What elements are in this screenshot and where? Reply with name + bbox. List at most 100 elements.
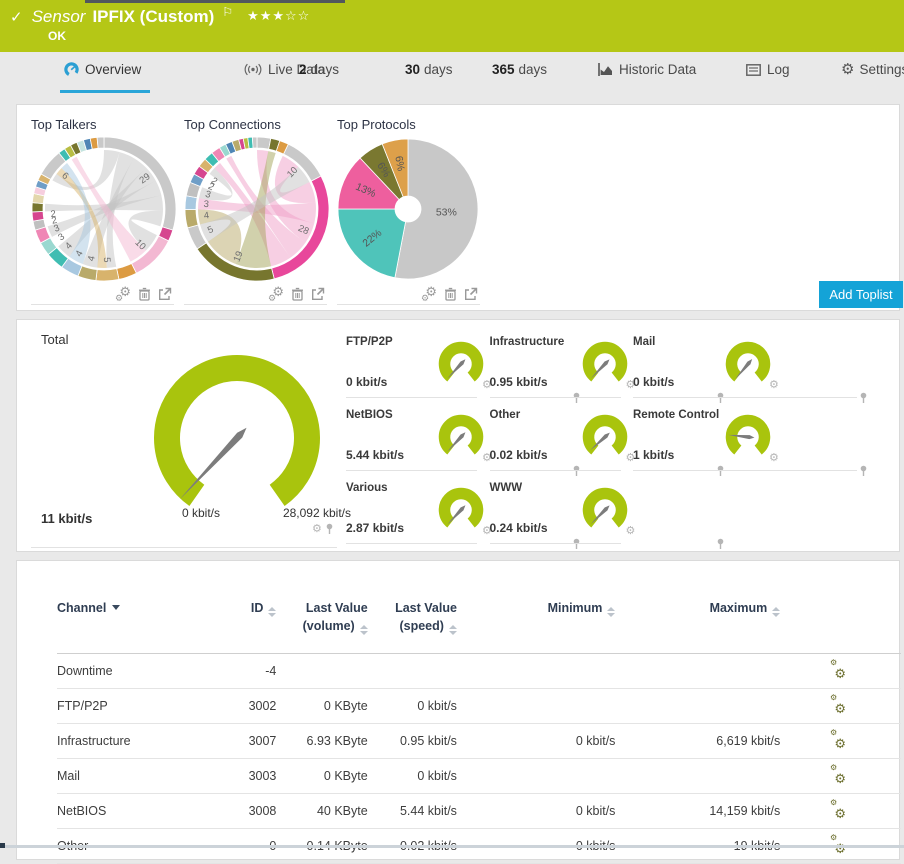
sort-toggle-icon[interactable] — [772, 607, 781, 617]
active-tab-underline — [60, 90, 150, 93]
toplist-delete-icon[interactable] — [291, 287, 304, 301]
channel-gauge-label: WWW — [489, 482, 523, 494]
tab-days[interactable]: 2 days — [299, 62, 339, 77]
gear-icon: ⚙ — [841, 61, 855, 78]
add-toplist-button[interactable]: Add Toplist — [819, 281, 903, 308]
top-connections-chord-chart[interactable]: 102819543322 — [184, 132, 330, 284]
edit-channel-icon[interactable]: ⚙ ⚙ — [830, 729, 846, 751]
tab-label: days — [310, 62, 340, 77]
table-row: Infrastructure 3007 6.93 KByte 0.95 kbit/s 0… — [57, 723, 901, 760]
total-gauge-value: 11 kbit/s — [41, 511, 93, 526]
edit-channel-icon[interactable]: ⚙ ⚙ — [830, 764, 846, 786]
cell-id: 3008 — [214, 793, 277, 830]
tab-settings[interactable]: ⚙ Settings — [841, 62, 904, 77]
sort-toggle-icon[interactable] — [268, 607, 277, 617]
tab-label: Overview — [85, 62, 142, 77]
total-gauge-title: Total — [41, 332, 69, 347]
cell-id: 3007 — [214, 723, 277, 760]
cell-speed: 0 kbit/s — [367, 688, 457, 725]
tab-label: Log — [767, 62, 790, 77]
channel-gauge-dial — [725, 341, 771, 382]
channel-gauge-remote-control: Remote Control 1 kbit/s ⚙ — [633, 401, 867, 476]
tab-days[interactable]: 365 days — [492, 62, 547, 77]
column-header-last-value-volume-[interactable]: Last Value (volume) — [276, 561, 368, 654]
tab-log[interactable]: Log — [746, 62, 790, 77]
priority-stars[interactable]: ★★★☆☆ — [247, 8, 310, 24]
divider — [633, 470, 857, 471]
cell-channel: NetBIOS — [57, 793, 215, 830]
channel-gauge-label: Mail — [633, 336, 656, 348]
channel-gauge-label: FTP/P2P — [346, 336, 393, 348]
sort-desc-icon[interactable] — [112, 605, 121, 610]
toplist-title: Top Connections — [184, 117, 281, 132]
gauge-pin-icon[interactable] — [325, 523, 334, 535]
column-header-id[interactable]: ID — [214, 561, 277, 654]
toplist-open-icon[interactable] — [464, 287, 478, 301]
tab-historic-data[interactable]: Historic Data — [598, 62, 696, 77]
channel-gauge-label: Other — [489, 409, 521, 421]
tab-number: 30 — [405, 62, 421, 77]
channel-gauge-www: WWW 0.24 kbit/s ⚙ — [489, 474, 723, 549]
sort-toggle-icon[interactable] — [448, 625, 457, 636]
toplist-delete-icon[interactable] — [138, 287, 151, 301]
toplist-options-icon[interactable]: ⚙ ⚙ — [421, 285, 437, 303]
column-header-actions — [780, 561, 901, 654]
svg-text:53%: 53% — [436, 206, 457, 218]
column-header-label: ID — [250, 601, 264, 615]
channel-gauge-ftp/p2p: FTP/P2P 0 kbit/s ⚙ — [346, 328, 580, 403]
divider — [489, 397, 621, 398]
cell-speed: 5.44 kbit/s — [367, 793, 457, 830]
edit-channel-icon[interactable]: ⚙ ⚙ — [830, 799, 846, 821]
sort-toggle-icon[interactable] — [607, 607, 616, 617]
toplist-top-connections: Top Connections 10 28 19 5 4 3 3 2 2 ⚙ ⚙ — [184, 113, 330, 305]
overview-icon — [64, 62, 79, 77]
flag-icon[interactable]: ⚐ — [222, 5, 233, 19]
sensor-title: IPFIX (Custom) — [92, 7, 215, 26]
cell-id: 3002 — [214, 688, 277, 725]
channel-table: Channel ID Last Value (volume) Last Value (sp… — [57, 561, 901, 864]
sort-toggle-icon[interactable] — [359, 625, 368, 636]
column-header-maximum[interactable]: Maximum — [615, 561, 781, 654]
cell-max: 6,619 kbit/s — [615, 723, 781, 760]
divider — [489, 470, 621, 471]
svg-text:2: 2 — [50, 209, 56, 220]
edit-channel-icon[interactable]: ⚙ ⚙ — [830, 659, 846, 681]
live-icon — [244, 63, 262, 76]
tab-number: 365 — [492, 62, 515, 77]
tab-overview[interactable]: Overview — [64, 62, 141, 77]
edit-channel-icon[interactable]: ⚙ ⚙ — [830, 694, 846, 716]
toplist-options-icon[interactable]: ⚙ ⚙ — [115, 285, 131, 303]
top-protocols-pie-chart[interactable]: 53%22%13%6% 6% — [337, 132, 483, 284]
cell-max — [615, 653, 781, 690]
toplist-open-icon[interactable] — [311, 287, 325, 301]
column-header-label: (volume) — [302, 619, 355, 634]
sensor-kind-label: Sensor — [31, 7, 86, 26]
divider — [346, 470, 477, 471]
column-header-channel[interactable]: Channel — [57, 561, 214, 654]
tab-days[interactable]: 30 days — [405, 62, 453, 77]
cell-speed: 0.95 kbit/s — [367, 723, 457, 760]
channel-gauge-dial — [582, 487, 627, 528]
channel-gauge-netbios: NetBIOS 5.44 kbit/s ⚙ — [346, 401, 580, 476]
gauge-settings-icon[interactable]: ⚙ — [769, 453, 779, 464]
toplist-options-icon[interactable]: ⚙ ⚙ — [268, 285, 284, 303]
cell-min — [456, 758, 616, 795]
channel-gauge-dial — [438, 414, 484, 455]
channel-gauge-value: 5.44 kbit/s — [346, 448, 405, 462]
gauge-settings-icon[interactable]: ⚙ — [769, 380, 779, 391]
prtg-sensor-page: ✓ Sensor IPFIX (Custom) ⚐ ★★★☆☆ OK Overv… — [0, 0, 904, 864]
tab-label: Historic Data — [619, 62, 697, 77]
column-header-last-value-speed-[interactable]: Last Value (speed) — [368, 561, 457, 654]
gauge-settings-icon[interactable]: ⚙ — [312, 523, 322, 535]
sensor-header: ✓ Sensor IPFIX (Custom) ⚐ ★★★☆☆ OK — [0, 0, 904, 52]
gauges-panel: Total 0 kbit/s 28,092 kbit/s 11 kbit/s ⚙… — [16, 319, 900, 552]
channel-gauge-value: 0.24 kbit/s — [489, 521, 548, 535]
top-talkers-chord-chart[interactable]: 2910544433226 — [31, 132, 177, 284]
toplist-open-icon[interactable] — [158, 287, 172, 301]
cell-max — [615, 758, 781, 795]
cell-speed: 0 kbit/s — [367, 758, 457, 795]
toplist-delete-icon[interactable] — [444, 287, 457, 301]
channel-gauge-mail: Mail 0 kbit/s ⚙ — [633, 328, 867, 403]
column-header-minimum[interactable]: Minimum — [457, 561, 616, 654]
gauge-settings-icon[interactable]: ⚙ — [626, 526, 636, 537]
